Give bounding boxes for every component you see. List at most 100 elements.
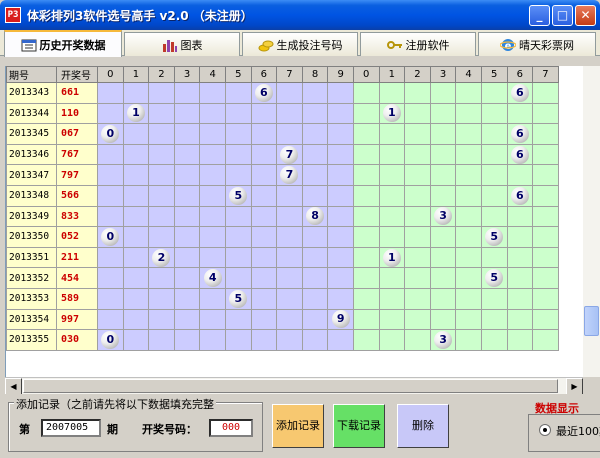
table-row[interactable]: 2013354 997 9	[6, 308, 559, 331]
digit-cell: 7	[276, 143, 303, 166]
horizontal-scroll-thumb[interactable]	[23, 379, 558, 393]
table-row[interactable]: 2013345 067 0 6	[6, 123, 559, 145]
table-row[interactable]: 2013346 767 7 6	[6, 143, 559, 166]
horizontal-scrollbar[interactable]: ◀ ▶	[5, 377, 583, 395]
vertical-scrollbar[interactable]	[583, 66, 600, 377]
column-header-digit: 1	[122, 66, 150, 83]
digit-cell	[480, 123, 508, 145]
digit-cell	[173, 226, 201, 248]
data-display-group: 最近100期	[528, 414, 600, 452]
tab-generate[interactable]: 生成投注号码	[242, 32, 358, 56]
digit-cell	[352, 184, 380, 207]
digit-cell	[429, 287, 457, 310]
download-record-button[interactable]: 下载记录	[333, 404, 385, 448]
digit-cell	[276, 102, 303, 125]
digit-cell	[455, 267, 482, 289]
digit-cell	[327, 184, 354, 207]
column-header-digit: 6	[506, 66, 534, 83]
column-header-winning: 开奖号	[56, 66, 98, 83]
digit-cell	[404, 205, 431, 228]
table-row[interactable]: 2013349 833 8 3	[6, 205, 559, 228]
issue-input[interactable]: 2007005	[41, 419, 101, 437]
winning-number-input[interactable]: 000	[209, 419, 253, 437]
digit-cell	[378, 329, 406, 351]
digit-cell	[327, 246, 354, 269]
digit-cell	[122, 287, 150, 310]
minimize-button[interactable]: _	[529, 5, 550, 26]
digit-cell: 6	[506, 184, 534, 207]
digit-cell: 0	[97, 123, 124, 145]
digit-cell	[97, 143, 124, 166]
digit-cell	[506, 267, 534, 289]
digit-cell	[378, 205, 406, 228]
digit-cell	[301, 267, 329, 289]
digit-cell	[122, 205, 150, 228]
column-header-digit: 2	[404, 66, 431, 83]
digit-cell	[97, 102, 124, 125]
digit-cell: 6	[506, 82, 534, 104]
delete-button[interactable]: 删除	[397, 404, 449, 448]
tab-label: 晴天彩票网	[519, 38, 574, 52]
digit-cell	[404, 329, 431, 351]
add-record-group: 添加记录（之前请先将以下数据填充完整 第 2007005 期 开奖号码： 000	[8, 396, 263, 452]
table-row[interactable]: 2013355 030 0 3	[6, 329, 559, 351]
digit-cell	[532, 246, 559, 269]
digit-cell	[148, 123, 175, 145]
digit-cell	[224, 123, 252, 145]
table-row[interactable]: 2013350 052 0 5	[6, 226, 559, 248]
winning-number-cell: 211	[56, 246, 98, 269]
digit-cell	[429, 267, 457, 289]
tab-chart[interactable]: 图表	[124, 32, 240, 56]
winning-number-cell: 797	[56, 164, 98, 186]
digit-cell	[404, 287, 431, 310]
digit-cell	[173, 267, 201, 289]
tab-history[interactable]: 历史开奖数据	[4, 30, 122, 57]
column-header-digit: 1	[378, 66, 406, 83]
digit-ball: 8	[306, 207, 325, 226]
digit-cell	[148, 329, 175, 351]
table-row[interactable]: 2013352 454 4 5	[6, 267, 559, 289]
digit-cell	[173, 123, 201, 145]
ie-logo-icon: e	[500, 38, 516, 52]
recent-100-label: 最近100期	[556, 425, 600, 438]
tab-website[interactable]: e 晴天彩票网	[478, 32, 596, 56]
digit-cell	[480, 308, 508, 331]
scroll-left-button[interactable]: ◀	[5, 378, 22, 395]
digit-cell	[429, 164, 457, 186]
digit-cell	[301, 102, 329, 125]
maximize-button[interactable]: □	[552, 5, 573, 26]
table-row[interactable]: 2013353 589 5	[6, 287, 559, 310]
column-header-digit: 7	[276, 66, 303, 83]
digit-cell	[148, 267, 175, 289]
digit-cell	[148, 184, 175, 207]
digit-cell	[506, 308, 534, 331]
digit-ball: 6	[510, 124, 529, 143]
coins-icon	[258, 40, 273, 51]
recent-100-radio[interactable]	[539, 424, 551, 436]
digit-cell	[250, 164, 278, 186]
tab-register[interactable]: 注册软件	[360, 32, 476, 56]
column-header-digit: 3	[429, 66, 457, 83]
digit-cell	[276, 123, 303, 145]
vertical-scroll-thumb[interactable]	[584, 306, 599, 336]
table-row[interactable]: 2013344 110 1 1	[6, 102, 559, 125]
add-record-button[interactable]: 添加记录	[272, 404, 324, 448]
digit-cell	[352, 123, 380, 145]
winning-number-cell: 052	[56, 226, 98, 248]
close-button[interactable]: ✕	[575, 5, 596, 26]
table-row[interactable]: 2013348 566 5 6	[6, 184, 559, 207]
digit-cell	[455, 102, 482, 125]
history-grid[interactable]: 期号 开奖号 0 1 2 3 4 5 6 7 8 9 0 1 2 3 4 5 6 7 2013343 661 6 6 20133…	[5, 66, 583, 377]
digit-cell	[378, 226, 406, 248]
digit-cell	[327, 226, 354, 248]
table-row[interactable]: 2013351 211 2 1	[6, 246, 559, 269]
digit-cell	[224, 82, 252, 104]
digit-cell	[122, 267, 150, 289]
digit-cell	[173, 143, 201, 166]
digit-cell	[122, 308, 150, 331]
table-row[interactable]: 2013343 661 6 6	[6, 82, 559, 104]
table-row[interactable]: 2013347 797 7	[6, 164, 559, 186]
digit-cell	[276, 267, 303, 289]
issue-cell: 2013347	[6, 164, 57, 186]
scroll-right-button[interactable]: ▶	[566, 378, 583, 395]
